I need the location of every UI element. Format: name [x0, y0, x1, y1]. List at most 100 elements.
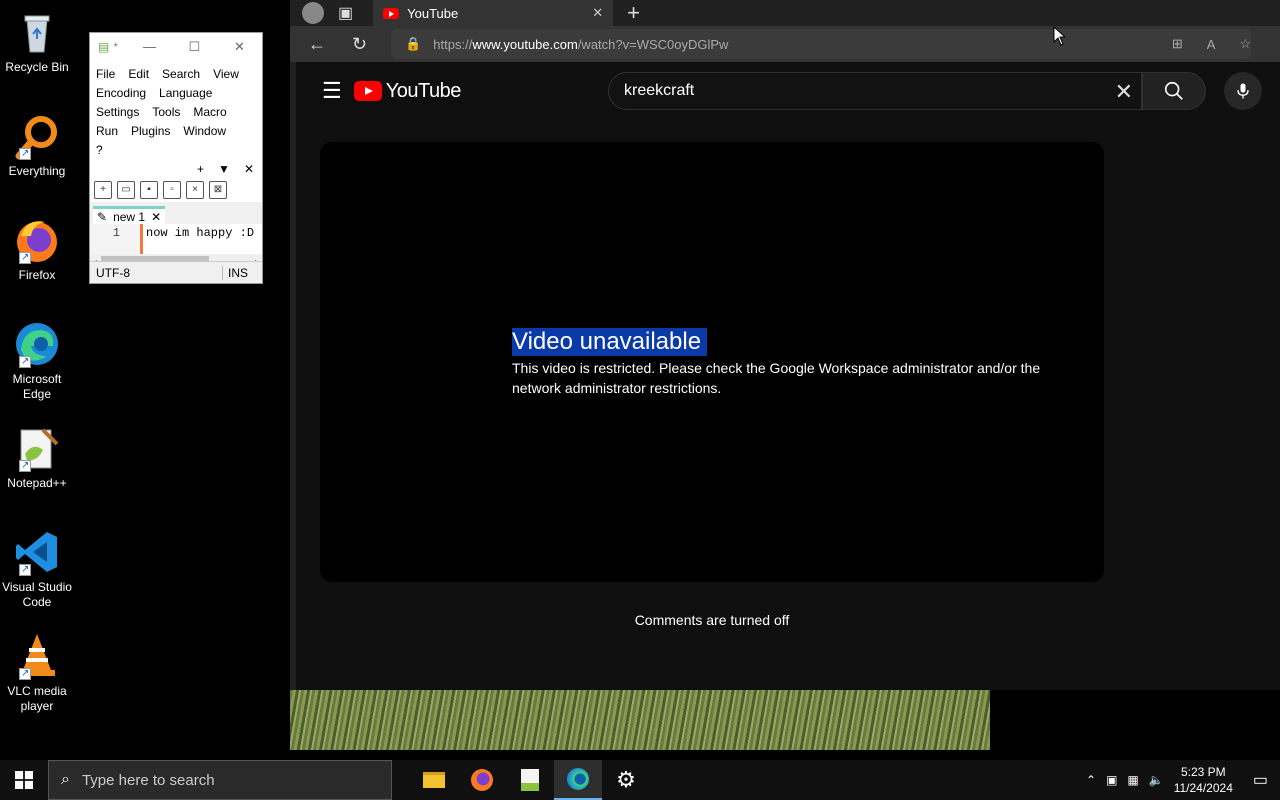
minimize-button[interactable]: — [127, 39, 172, 55]
url-prefix: https:// [433, 36, 473, 52]
menu-view[interactable]: View [213, 65, 239, 84]
desktop-icon-label: VLC media player [7, 684, 67, 713]
notepadpp-window[interactable]: ▤ * — ☐ ✕ File Edit Search View Encoding… [89, 32, 263, 284]
menu-edit[interactable]: Edit [128, 65, 149, 84]
pencil-icon: ✎ [97, 209, 108, 224]
notepadpp-icon [13, 424, 61, 473]
new-tab-icon[interactable]: + [627, 0, 640, 26]
close-icon[interactable]: ✕ [151, 210, 161, 224]
menu-language[interactable]: Language [159, 84, 212, 103]
menu-encoding[interactable]: Encoding [96, 84, 146, 103]
edge-browser-window[interactable]: ▣ YouTube ✕ + ← ↻ 🔒 https://www.youtube.… [290, 0, 1280, 690]
defender-icon[interactable]: ▣ [1106, 773, 1117, 787]
taskbar-search-box[interactable]: ⌕ Type here to search [48, 760, 392, 800]
clock-time: 5:23 PM [1180, 765, 1226, 779]
back-arrow-icon[interactable]: ← [308, 34, 326, 55]
shortcut-arrow-icon [19, 458, 31, 473]
volume-muted-icon[interactable]: 🔈 [1149, 773, 1164, 787]
close-file-icon[interactable]: × [186, 181, 204, 199]
save-all-icon[interactable]: ▫ [163, 181, 181, 199]
shortcut-arrow-icon [19, 666, 31, 681]
taskbar-notepadpp[interactable] [506, 760, 554, 800]
taskbar-settings[interactable]: ⚙ [602, 760, 650, 800]
close-all-icon[interactable]: ⊠ [209, 181, 227, 199]
desktop-icon-firefox[interactable]: Firefox [2, 216, 72, 283]
tab-youtube[interactable]: YouTube ✕ [373, 0, 614, 26]
taskbar-edge[interactable] [554, 760, 602, 800]
desktop-icon-everything[interactable]: Everything [2, 112, 72, 179]
voice-search-button[interactable] [1224, 72, 1262, 110]
error-title: Video unavailable [512, 328, 708, 356]
editor-line[interactable]: now im happy :D [140, 224, 254, 254]
youtube-search-button[interactable] [1142, 72, 1206, 110]
address-bar-row: ← ↻ 🔒 https://www.youtube.com/watch?v=WS… [290, 26, 1280, 62]
notepadpp-menubar: File Edit Search View Encoding Language … [90, 61, 262, 160]
search-icon [1164, 81, 1183, 100]
url-host: www.youtube.com [472, 36, 578, 52]
windows-logo-icon [15, 771, 33, 789]
tab-actions-icon[interactable]: ▣ [338, 3, 353, 23]
shortcut-arrow-icon [19, 354, 31, 369]
hamburger-menu-icon[interactable]: ☰ [322, 78, 342, 104]
menu-macro[interactable]: Macro [193, 103, 226, 122]
desktop-icon-vscode[interactable]: Visual Studio Code [2, 528, 72, 610]
taskbar-search-placeholder: Type here to search [81, 771, 215, 789]
new-tab-button[interactable]: + [197, 162, 204, 176]
profile-avatar[interactable] [302, 2, 324, 24]
notepadpp-titlebar[interactable]: ▤ * — ☐ ✕ [90, 33, 262, 61]
save-icon[interactable]: ▪ [140, 181, 158, 199]
document-tab-label: new 1 [113, 209, 146, 224]
address-bar[interactable]: 🔒 https://www.youtube.com/watch?v=WSC0oy… [391, 29, 1252, 59]
menu-search[interactable]: Search [162, 65, 200, 84]
close-tab-icon[interactable]: ✕ [592, 5, 603, 21]
menu-window[interactable]: Window [183, 122, 226, 141]
unsaved-marker: * [113, 40, 119, 54]
desktop: Recycle Bin Everything Firefox Microsoft… [0, 0, 1280, 760]
menu-help[interactable]: ? [96, 141, 103, 160]
editor-area[interactable]: 1 now im happy :D [90, 224, 262, 254]
menu-run[interactable]: Run [96, 122, 118, 141]
video-unavailable-message: Video unavailable This video is restrict… [512, 328, 1072, 398]
status-bar: UTF-8 INS [90, 261, 262, 283]
favorites-star-icon[interactable]: ☆ [1239, 36, 1251, 52]
shortcut-arrow-icon [19, 146, 31, 161]
search-query: kreekcraft [624, 82, 695, 99]
menu-file[interactable]: File [96, 65, 115, 84]
microphone-icon [1237, 83, 1249, 99]
menu-tools[interactable]: Tools [152, 103, 180, 122]
start-button[interactable] [0, 760, 48, 800]
refresh-icon[interactable]: ↻ [352, 34, 367, 55]
taskbar-file-explorer[interactable] [410, 760, 458, 800]
menu-plugins[interactable]: Plugins [131, 122, 170, 141]
document-tabs: ✎ new 1 ✕ [90, 202, 262, 224]
clear-search-icon[interactable]: ✕ [1115, 79, 1133, 105]
taskbar-firefox[interactable] [458, 760, 506, 800]
desktop-icon-label: Everything [8, 164, 66, 178]
taskbar-clock[interactable]: 5:23 PM 11/24/2024 [1174, 764, 1233, 796]
close-tab-button[interactable]: ✕ [244, 162, 254, 176]
notepadpp-app-icon: ▤ [98, 40, 110, 54]
desktop-icon-recycle-bin[interactable]: Recycle Bin [2, 8, 72, 75]
video-player[interactable]: Video unavailable This video is restrict… [320, 142, 1104, 582]
desktop-icon-notepadpp[interactable]: Notepad++ [2, 424, 72, 491]
youtube-logo[interactable]: YouTube [353, 80, 461, 103]
tab-list-dropdown[interactable]: ▼ [218, 162, 230, 176]
new-file-icon[interactable]: + [94, 181, 112, 199]
tab-strip: ▣ YouTube ✕ + [290, 0, 1280, 26]
close-button[interactable]: ✕ [217, 39, 262, 55]
desktop-icon-vlc[interactable]: VLC media player [2, 632, 72, 714]
chevron-up-icon[interactable]: ⌃ [1086, 773, 1096, 787]
open-file-icon[interactable]: ▭ [117, 181, 135, 199]
youtube-search-input[interactable]: kreekcraft ✕ [608, 72, 1142, 110]
notifications-icon[interactable]: ▭ [1253, 770, 1268, 790]
desktop-icon-edge[interactable]: Microsoft Edge [2, 320, 72, 402]
lock-icon[interactable]: 🔒 [405, 36, 421, 52]
app-available-icon[interactable]: ⊞ [1172, 36, 1183, 52]
maximize-button[interactable]: ☐ [172, 39, 217, 55]
desktop-icon-label: Microsoft Edge [12, 372, 62, 401]
menu-settings[interactable]: Settings [96, 103, 139, 122]
read-aloud-icon[interactable]: A [1207, 37, 1216, 52]
desktop-icon-label: Recycle Bin [5, 60, 69, 74]
document-tab-new1[interactable]: ✎ new 1 ✕ [93, 206, 166, 224]
network-icon[interactable]: ▦ [1127, 773, 1138, 787]
